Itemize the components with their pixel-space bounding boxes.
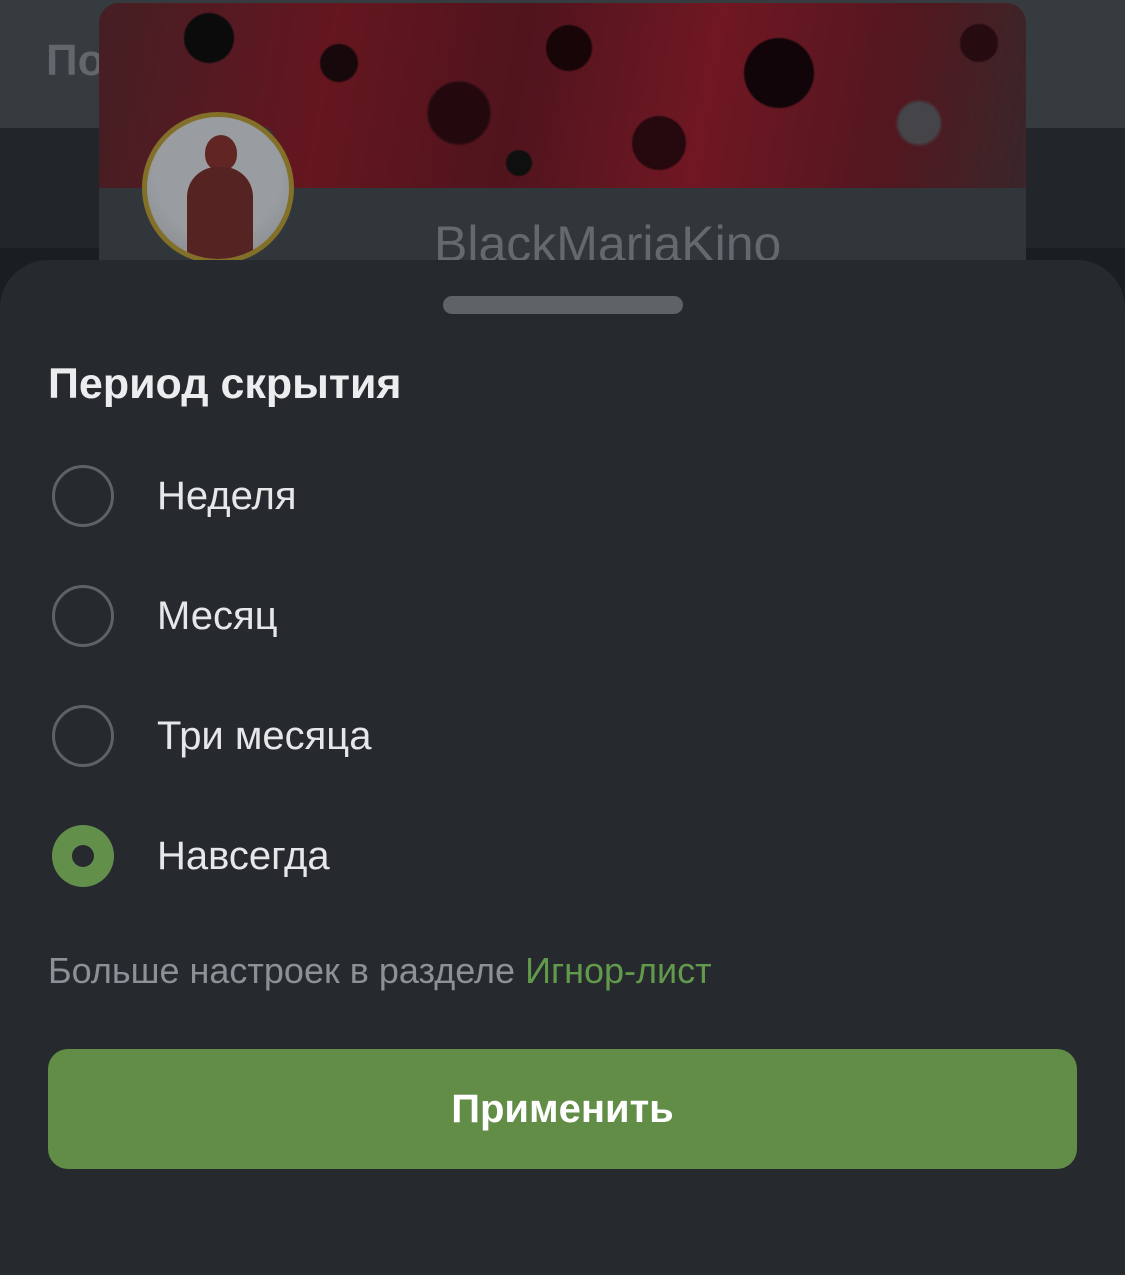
option-label: Месяц	[157, 593, 278, 638]
sheet-title: Период скрытия	[48, 360, 402, 408]
option-label: Неделя	[157, 473, 297, 518]
hint-text: Больше настроек в разделе	[48, 950, 526, 991]
radio-button[interactable]	[52, 465, 114, 527]
sheet-drag-handle[interactable]	[443, 296, 683, 314]
option-week[interactable]: Неделя	[52, 464, 752, 528]
option-three-months[interactable]: Три месяца	[52, 704, 752, 768]
option-label: Навсегда	[157, 833, 330, 878]
option-month[interactable]: Месяц	[52, 584, 752, 648]
hide-period-sheet: Период скрытия Неделя Месяц Три месяца Н…	[0, 260, 1125, 1275]
option-label: Три месяца	[157, 713, 372, 758]
screen: По BlackMariaKino Период скрытия Неделя …	[0, 0, 1125, 1275]
apply-button[interactable]: Применить	[48, 1049, 1077, 1169]
radio-button[interactable]	[52, 705, 114, 767]
option-forever[interactable]: Навсегда	[52, 824, 752, 888]
radio-button[interactable]	[52, 825, 114, 887]
radio-button[interactable]	[52, 585, 114, 647]
settings-hint: Больше настроек в разделе Игнор-лист	[48, 950, 712, 992]
ignore-list-link[interactable]: Игнор-лист	[525, 950, 712, 991]
